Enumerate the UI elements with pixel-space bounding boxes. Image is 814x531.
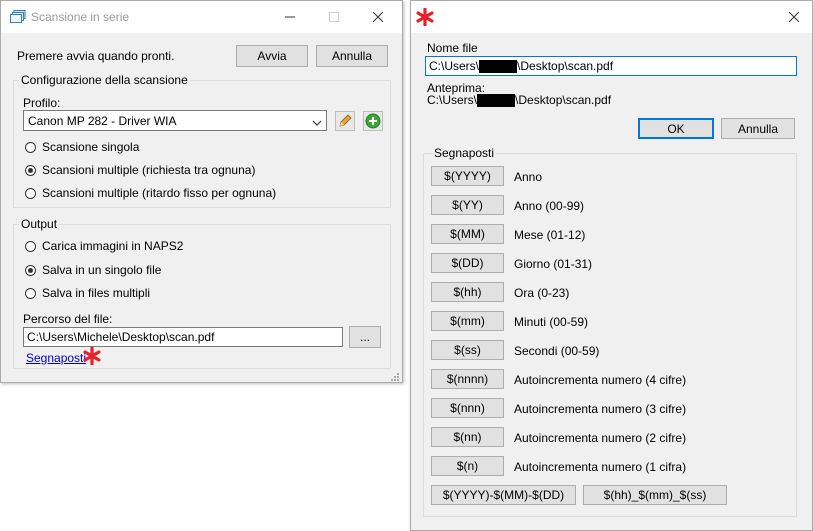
batch-scan-window: Scansione in serie Premere avvia quando … xyxy=(0,0,403,383)
radio-multi-prompt[interactable] xyxy=(25,164,36,176)
profile-select[interactable]: Canon MP 282 - Driver WIA xyxy=(23,110,327,131)
placeholder-label: Ora (0-23) xyxy=(514,286,570,300)
placeholder-button-nnn[interactable]: $(nnn) xyxy=(431,398,504,418)
output-title: Output xyxy=(19,217,60,231)
placeholder-button-nn[interactable]: $(nn) xyxy=(431,427,504,447)
placeholder-button-nnnn[interactable]: $(nnnn) xyxy=(431,369,504,389)
preview-suffix: \Desktop\scan.pdf xyxy=(515,93,612,107)
ok-button[interactable]: OK xyxy=(638,118,714,139)
scan-config-title: Configurazione della scansione xyxy=(19,73,190,87)
preview-value: C:\Users\ \Desktop\scan.pdf xyxy=(427,93,612,108)
filename-label: Nome file xyxy=(427,41,478,55)
close-button[interactable] xyxy=(772,1,814,33)
window-title: Scansione in serie xyxy=(31,10,130,24)
option-label: Scansione singola xyxy=(42,140,140,154)
placeholder-button-mm-month[interactable]: $(MM) xyxy=(431,224,504,244)
radio-multi-delay[interactable] xyxy=(25,187,36,199)
resize-grip-icon[interactable] xyxy=(390,371,400,385)
placeholders-link[interactable]: Segnaposti xyxy=(26,351,86,365)
combo-date-button[interactable]: $(YYYY)-$(MM)-$(DD) xyxy=(431,485,576,505)
maximize-button xyxy=(312,1,356,33)
option-label: Salva in un singolo file xyxy=(42,263,162,277)
radio-load-naps2[interactable] xyxy=(25,240,36,252)
option-multi-delay[interactable]: Scansioni multiple (ritardo fisso per og… xyxy=(25,186,276,200)
radio-single-scan[interactable] xyxy=(25,141,36,153)
option-label: Scansioni multiple (ritardo fisso per og… xyxy=(42,186,277,200)
close-icon xyxy=(373,12,383,22)
batch-scan-app-icon xyxy=(10,10,26,27)
filename-prefix: C:\Users\ xyxy=(429,59,480,73)
option-multi-files[interactable]: Salva in files multipli xyxy=(25,286,150,300)
redaction-bar xyxy=(479,60,518,74)
ready-text: Premere avvia quando pronti. xyxy=(17,49,175,63)
option-label: Scansioni multiple (richiesta tra ognuna… xyxy=(42,163,256,177)
cancel-button[interactable]: Annulla xyxy=(316,45,388,67)
placeholder-button-mm-minute[interactable]: $(mm) xyxy=(431,311,504,331)
add-profile-button[interactable] xyxy=(363,111,383,131)
title-bar: Scansione in serie xyxy=(1,1,402,33)
preview-prefix: C:\Users\ xyxy=(427,93,478,107)
placeholder-button-dd[interactable]: $(DD) xyxy=(431,253,504,273)
minimize-icon xyxy=(285,16,295,18)
file-path-input[interactable]: C:\Users\Michele\Desktop\scan.pdf xyxy=(23,327,343,347)
browse-button[interactable]: ... xyxy=(349,326,381,348)
combo-time-button[interactable]: $(hh)_$(mm)_$(ss) xyxy=(583,485,727,505)
placeholder-label: Mese (01-12) xyxy=(514,228,586,242)
option-label: Carica immagini in NAPS2 xyxy=(42,239,184,253)
placeholder-label: Autoincrementa numero (2 cifre) xyxy=(514,431,687,445)
path-label: Percorso del file: xyxy=(23,312,113,326)
placeholder-label: Minuti (00-59) xyxy=(514,315,589,329)
red-asterisk-icon xyxy=(416,7,434,29)
filename-suffix: \Desktop\scan.pdf xyxy=(517,59,614,73)
placeholder-label: Autoincrementa numero (1 cifra) xyxy=(514,460,687,474)
placeholder-button-yy[interactable]: $(YY) xyxy=(431,195,504,215)
profile-label: Profilo: xyxy=(23,96,61,110)
option-multi-prompt[interactable]: Scansioni multiple (richiesta tra ognuna… xyxy=(25,163,255,177)
option-single-file[interactable]: Salva in un singolo file xyxy=(25,263,161,277)
cancel-button[interactable]: Annulla xyxy=(721,118,795,139)
placeholder-label: Autoincrementa numero (3 cifre) xyxy=(514,402,687,416)
option-label: Salva in files multipli xyxy=(42,286,151,300)
placeholder-button-hh[interactable]: $(hh) xyxy=(431,282,504,302)
placeholders-window: Nome file C:\Users\ \Desktop\scan.pdf Ant… xyxy=(410,0,813,531)
edit-profile-button[interactable] xyxy=(335,111,355,131)
close-icon xyxy=(789,12,799,22)
add-plus-icon xyxy=(365,113,381,129)
placeholder-label: Anno (00-99) xyxy=(514,199,585,213)
placeholder-label: Anno xyxy=(514,170,543,184)
radio-single-file[interactable] xyxy=(25,264,36,276)
placeholder-button-n[interactable]: $(n) xyxy=(431,456,504,476)
profile-value: Canon MP 282 - Driver WIA xyxy=(28,114,177,128)
placeholder-label: Secondi (00-59) xyxy=(514,344,600,358)
start-button[interactable]: Avvia xyxy=(236,45,308,67)
title-bar xyxy=(411,1,812,33)
option-load-naps2[interactable]: Carica immagini in NAPS2 xyxy=(25,239,183,253)
close-button[interactable] xyxy=(356,1,400,33)
red-asterisk-icon xyxy=(83,346,101,368)
minimize-button[interactable] xyxy=(268,1,312,33)
maximize-icon xyxy=(329,12,339,22)
option-single-scan[interactable]: Scansione singola xyxy=(25,140,139,154)
chevron-down-icon xyxy=(312,116,322,130)
placeholder-button-yyyy[interactable]: $(YYYY) xyxy=(431,166,504,186)
radio-multi-files[interactable] xyxy=(25,287,36,299)
placeholder-label: Giorno (01-31) xyxy=(514,257,593,271)
edit-pencil-icon xyxy=(339,114,352,127)
placeholder-button-ss[interactable]: $(ss) xyxy=(431,340,504,360)
placeholder-label: Autoincrementa numero (4 cifre) xyxy=(514,373,687,387)
placeholders-title: Segnaposti xyxy=(432,146,497,160)
redaction-bar xyxy=(477,94,516,108)
filename-input[interactable]: C:\Users\ \Desktop\scan.pdf xyxy=(425,56,797,76)
